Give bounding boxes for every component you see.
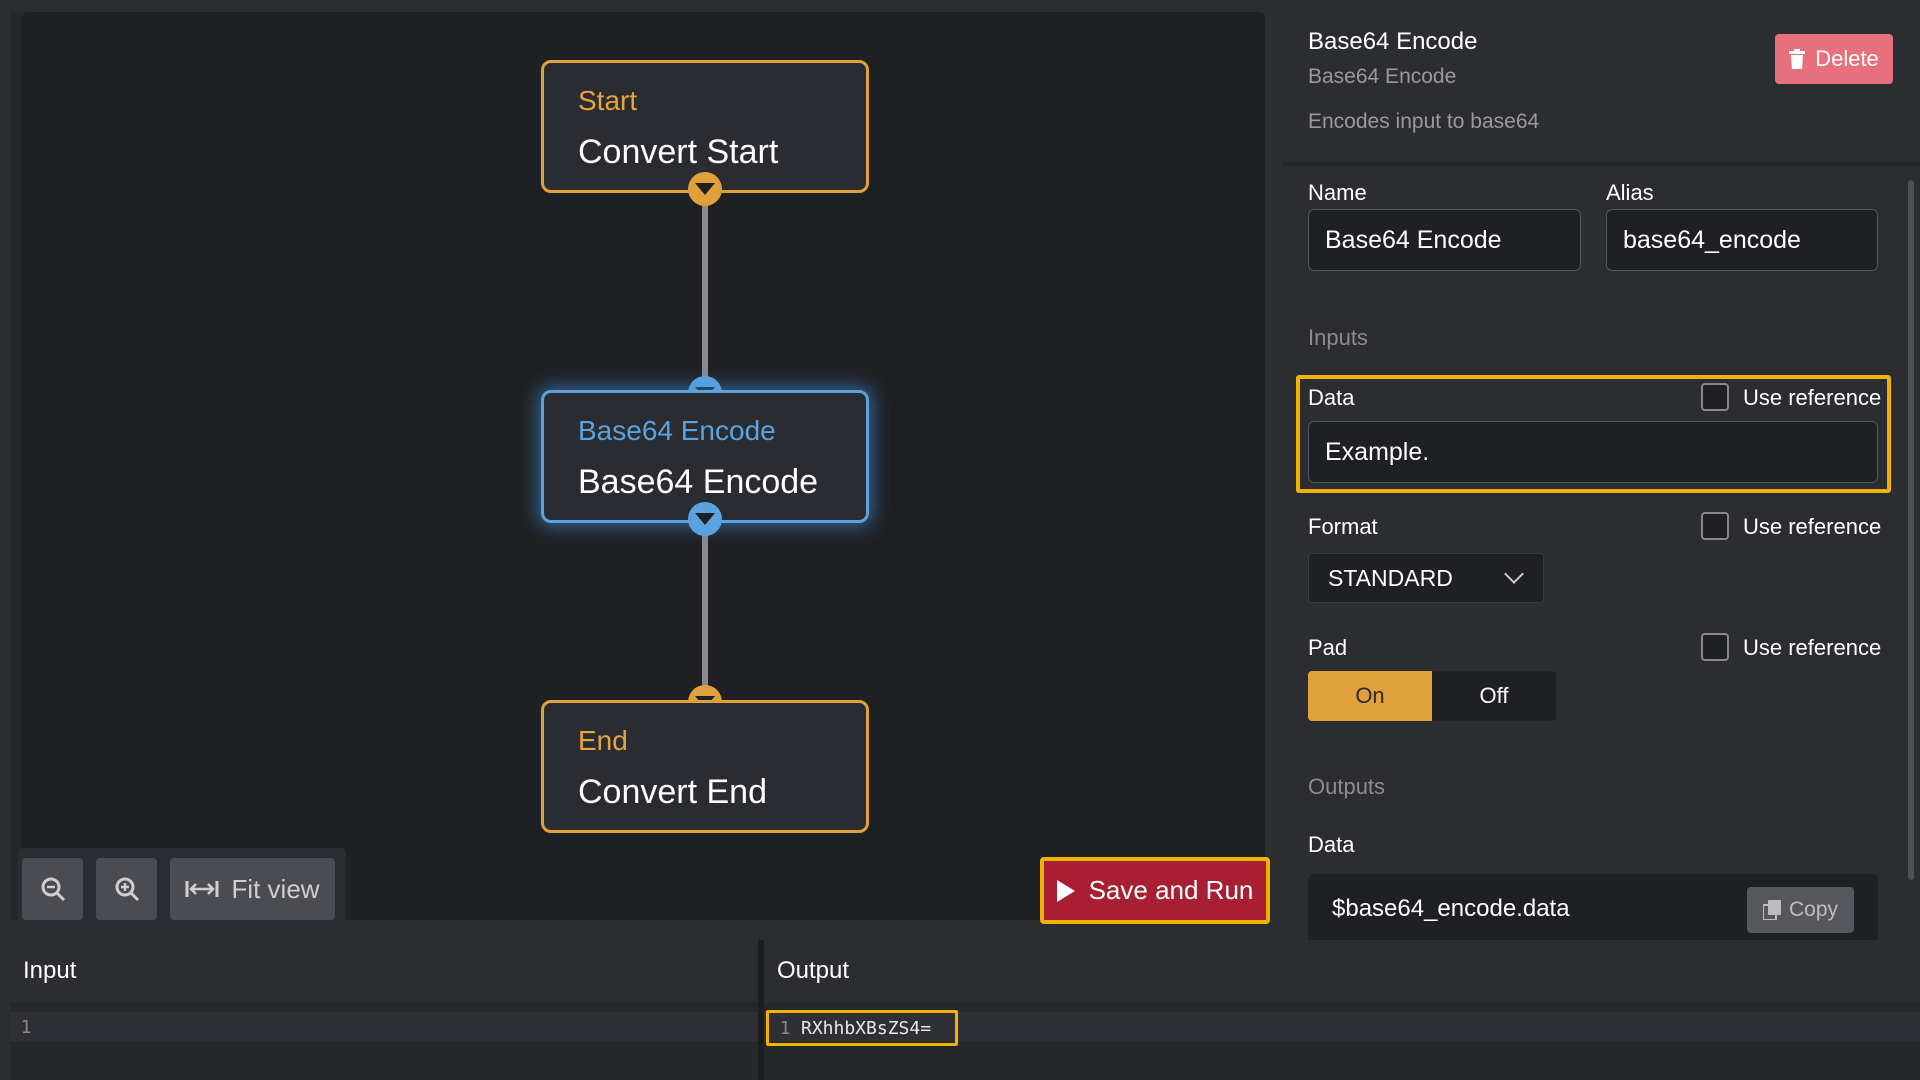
zoom-out-button[interactable] — [22, 858, 83, 920]
use-reference-label: Use reference — [1743, 635, 1882, 660]
name-label: Name — [1308, 180, 1367, 205]
node-name: Convert End — [578, 773, 767, 811]
data-use-reference-checkbox[interactable] — [1701, 383, 1729, 411]
panel-subtitle: Base64 Encode — [1308, 65, 1457, 88]
canvas-edge — [10, 12, 22, 920]
format-use-reference-checkbox[interactable] — [1701, 512, 1729, 540]
pad-on-toggle[interactable]: On — [1308, 671, 1432, 721]
flow-canvas[interactable]: Start Convert Start Base64 Encode Base64… — [22, 12, 1265, 920]
pad-off-toggle[interactable]: Off — [1432, 671, 1556, 721]
delete-button[interactable]: Delete — [1775, 34, 1893, 84]
panel-description: Encodes input to base64 — [1308, 110, 1540, 133]
node-type: Start — [578, 85, 638, 116]
node-name: Base64 Encode — [578, 463, 819, 501]
outputs-heading: Outputs — [1308, 774, 1386, 799]
play-icon — [1056, 879, 1075, 902]
save-and-run-button[interactable]: Save and Run — [1040, 857, 1270, 924]
save-and-run-label: Save and Run — [1088, 875, 1254, 905]
node-end[interactable]: End Convert End — [541, 700, 869, 833]
input-editor-line[interactable]: 1 — [10, 1012, 758, 1042]
output-reference-value: $base64_encode.data — [1332, 895, 1570, 922]
zoom-out-icon — [41, 877, 65, 902]
pad-use-reference-checkbox[interactable] — [1701, 633, 1729, 661]
output-value-highlight: 1 RXhhbXBsZS4= — [766, 1010, 958, 1046]
output-header: Output — [764, 940, 1920, 1002]
delete-label: Delete — [1815, 46, 1879, 71]
input-title: Input — [23, 957, 77, 984]
fit-view-label: Fit view — [231, 873, 320, 904]
node-properties-panel: Base64 Encode Base64 Encode Encodes inpu… — [1283, 0, 1920, 944]
data-input[interactable]: Example. — [1308, 421, 1878, 483]
format-select[interactable]: STANDARD — [1308, 553, 1544, 603]
io-divider[interactable] — [758, 940, 764, 1080]
alias-input[interactable]: base64_encode — [1606, 209, 1878, 271]
node-type: End — [578, 725, 628, 756]
panel-title: Base64 Encode — [1308, 28, 1478, 55]
data-label: Data — [1308, 385, 1355, 410]
node-type: Base64 Encode — [578, 415, 776, 446]
line-number: 1 — [779, 1017, 791, 1039]
zoom-in-button[interactable] — [96, 858, 157, 920]
panel-divider — [1283, 162, 1920, 166]
pad-label: Pad — [1308, 635, 1348, 660]
fit-width-icon — [185, 881, 219, 897]
name-input[interactable]: Base64 Encode — [1308, 209, 1581, 271]
input-header: Input — [10, 940, 758, 1002]
inputs-heading: Inputs — [1308, 325, 1368, 350]
output-title: Output — [777, 957, 850, 984]
output-port[interactable] — [688, 502, 722, 536]
copy-button[interactable]: Copy — [1747, 887, 1854, 933]
use-reference-label: Use reference — [1743, 385, 1882, 410]
use-reference-label: Use reference — [1743, 514, 1882, 539]
output-port[interactable] — [688, 172, 722, 206]
format-value: STANDARD — [1328, 564, 1453, 591]
alias-label: Alias — [1606, 180, 1654, 205]
fit-view-button[interactable]: Fit view — [170, 858, 335, 920]
panel-scrollbar[interactable] — [1908, 180, 1914, 880]
copy-label: Copy — [1788, 898, 1839, 921]
trash-icon — [1789, 49, 1806, 69]
zoom-in-icon — [115, 877, 139, 902]
copy-icon — [1762, 900, 1781, 920]
output-value: RXhhbXBsZS4= — [801, 1017, 932, 1039]
edge-start-to-encode — [702, 192, 708, 402]
node-name: Convert Start — [578, 133, 779, 171]
format-label: Format — [1308, 514, 1378, 539]
chevron-down-icon — [1504, 564, 1524, 584]
output-data-label: Data — [1308, 832, 1355, 857]
line-number: 1 — [20, 1016, 32, 1038]
